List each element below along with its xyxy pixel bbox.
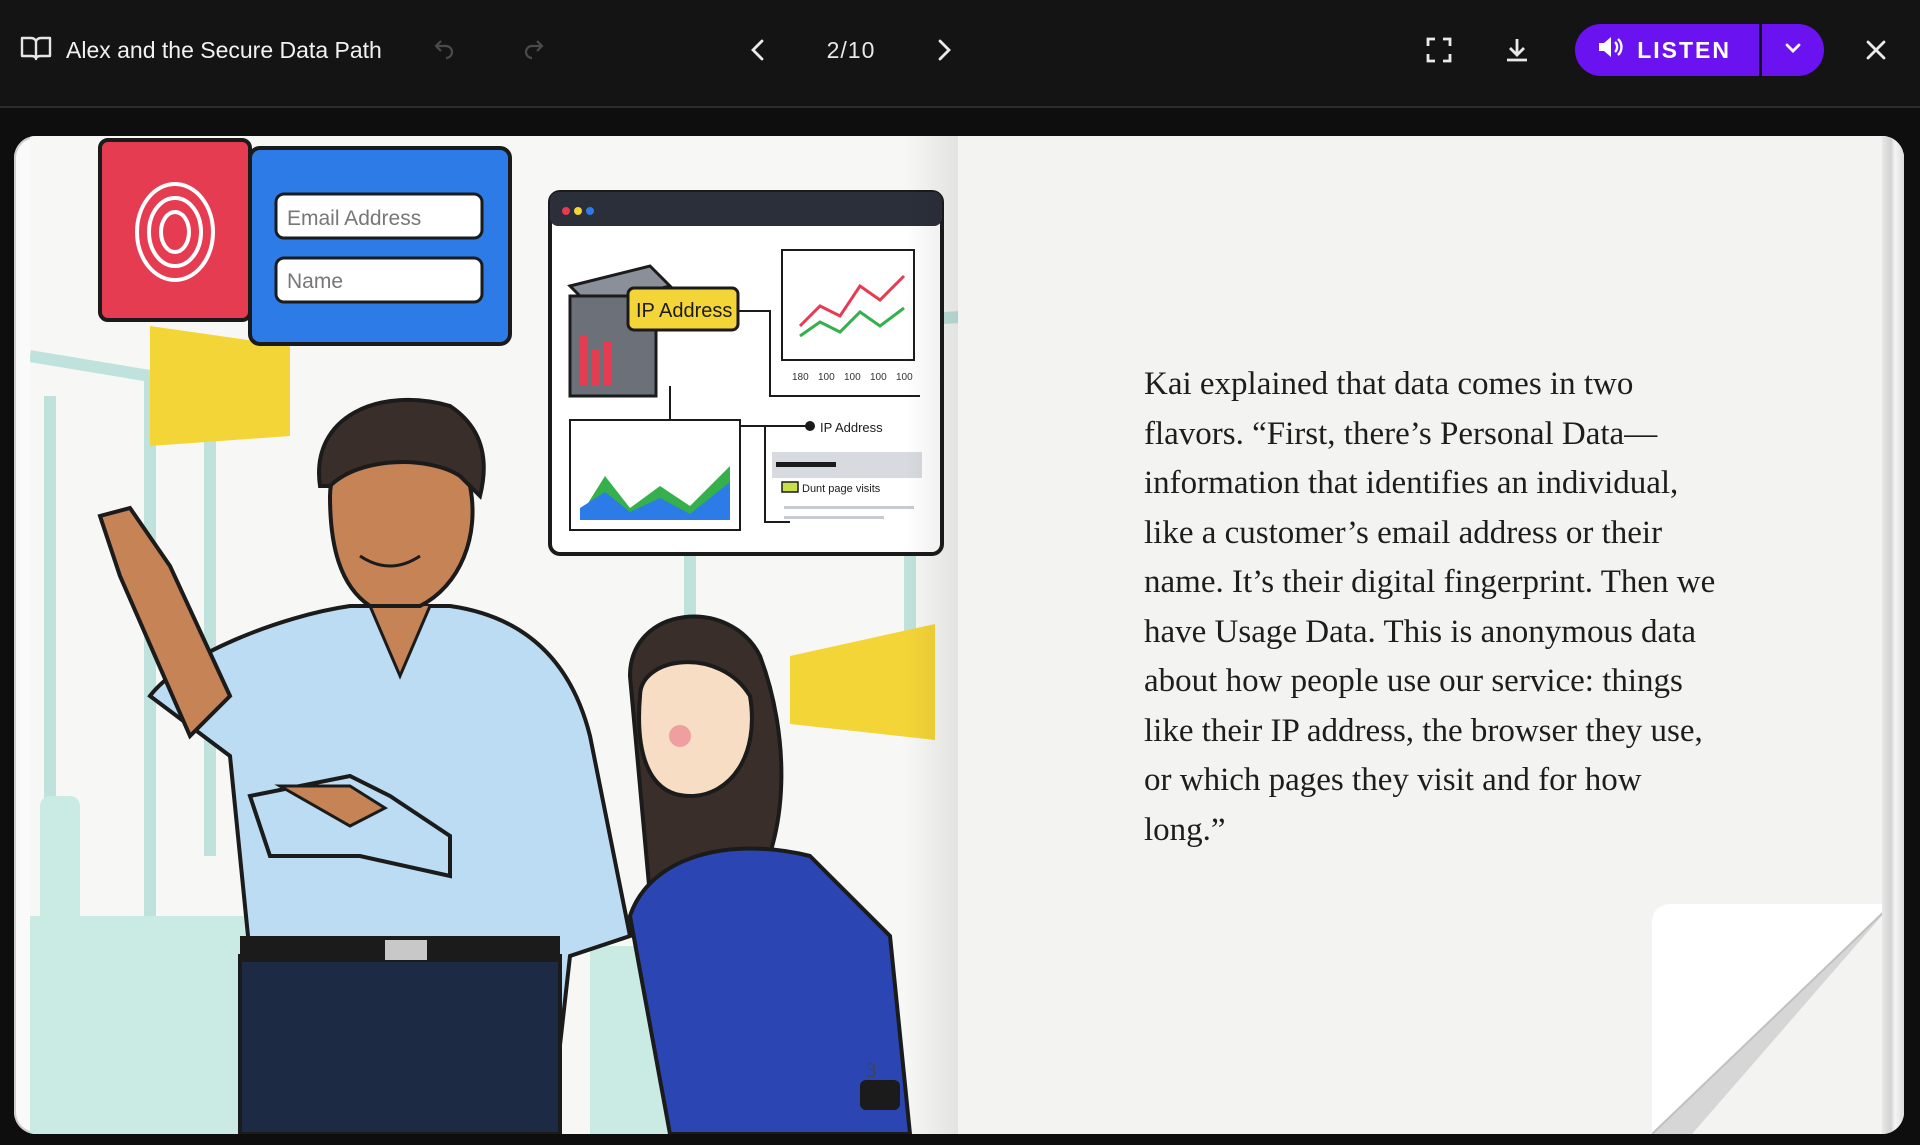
illustration-page: Email Address Name IP Address 180 100 10… — [30, 136, 974, 1134]
tick-label-5: 100 — [896, 372, 913, 383]
email-field-label: Email Address — [287, 207, 421, 230]
open-book: Email Address Name IP Address 180 100 10… — [14, 136, 1904, 1134]
ip-address-tag: IP Address — [636, 300, 732, 322]
toolbar-left: Alex and the Secure Data Path — [20, 0, 552, 100]
listen-button[interactable]: LISTEN — [1575, 24, 1759, 76]
visits-legend: Dunt page visits — [802, 483, 881, 495]
chevron-down-icon — [1784, 41, 1802, 59]
name-field-label: Name — [287, 270, 343, 293]
chevron-left-icon[interactable] — [740, 32, 776, 68]
toolbar-right: LISTEN — [1417, 0, 1920, 100]
book-open-icon — [20, 34, 52, 67]
illustration: Email Address Name IP Address 180 100 10… — [30, 138, 974, 1134]
tick-label-3: 100 — [844, 372, 861, 383]
chevron-right-icon[interactable] — [926, 32, 962, 68]
fullscreen-icon[interactable] — [1417, 28, 1461, 72]
speaker-icon — [1597, 35, 1623, 65]
top-toolbar: Alex and the Secure Data Path 2/10 LISTE… — [0, 0, 1920, 108]
book-title: Alex and the Secure Data Path — [66, 36, 382, 63]
listen-label: LISTEN — [1637, 36, 1731, 63]
redo-icon[interactable] — [516, 32, 552, 68]
page-indicator: 2/10 — [826, 36, 876, 63]
tick-label-1: 180 — [792, 372, 809, 383]
ip-legend: IP Address — [820, 420, 883, 435]
book-edge — [1882, 136, 1904, 1134]
listen-dropdown-button[interactable] — [1762, 24, 1824, 76]
listen-control: LISTEN — [1575, 24, 1824, 76]
close-icon[interactable] — [1854, 28, 1898, 72]
page-number: 3 — [866, 1058, 877, 1082]
tick-label-4: 100 — [870, 372, 887, 383]
page-navigation: 2/10 — [740, 0, 962, 100]
download-icon[interactable] — [1495, 28, 1539, 72]
undo-icon[interactable] — [426, 32, 462, 68]
page-curl-corner[interactable] — [1652, 904, 1892, 1134]
page-body-text: Kai explained that data comes in two fla… — [1144, 366, 1716, 848]
tick-label-2: 100 — [818, 372, 835, 383]
